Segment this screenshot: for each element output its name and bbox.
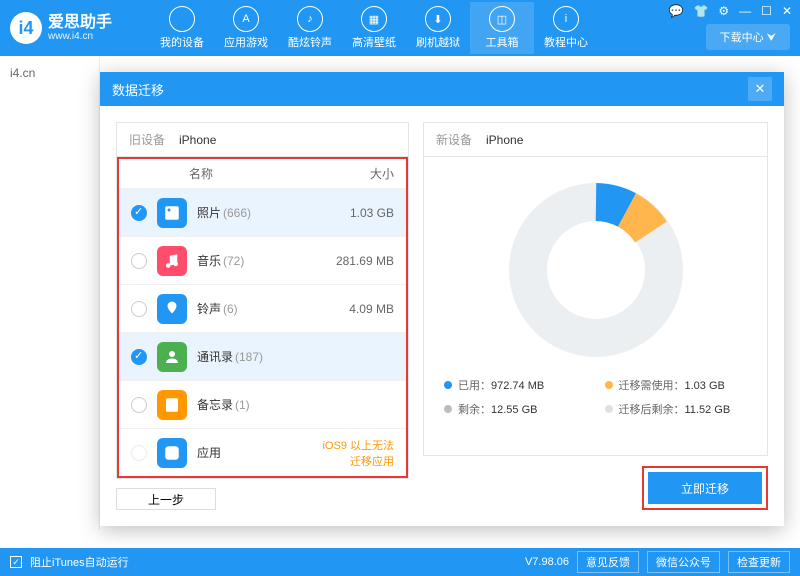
new-device-header: 新设备 iPhone: [424, 123, 767, 157]
nav-icon-5: ◫: [489, 6, 515, 32]
category-row-4[interactable]: 备忘录(1): [119, 380, 406, 428]
nav-icon-0: [169, 6, 195, 32]
nav-icon-3: ▦: [361, 6, 387, 32]
nav-icon-1: A: [233, 6, 259, 32]
category-row-3[interactable]: 通讯录(187): [119, 332, 406, 380]
old-device-panel: 旧设备 iPhone 名称 大小 照片(666) 1.03 GB 音乐(72) …: [116, 122, 409, 479]
chat-icon[interactable]: 💬: [669, 4, 684, 18]
category-radio-5: [131, 445, 147, 461]
legend-dot: [444, 381, 452, 389]
nav-item-4[interactable]: ⬇刷机越狱: [406, 2, 470, 54]
category-icon-0: [157, 198, 187, 228]
data-migration-modal: 数据迁移 ✕ 旧设备 iPhone 名称 大小 照片(666) 1.03 GB: [100, 72, 784, 526]
category-row-0[interactable]: 照片(666) 1.03 GB: [119, 188, 406, 236]
update-button[interactable]: 检查更新: [728, 551, 790, 573]
shirt-icon[interactable]: 👕: [693, 4, 708, 18]
nav-icon-2: ♪: [297, 6, 323, 32]
wechat-button[interactable]: 微信公众号: [647, 551, 720, 573]
modal-header: 数据迁移 ✕: [100, 72, 784, 106]
category-radio-4[interactable]: [131, 397, 147, 413]
storage-donut-chart: [424, 157, 767, 373]
sidebar: i4.cn: [0, 56, 100, 530]
category-icon-5: [157, 438, 187, 468]
nav-icon-4: ⬇: [425, 6, 451, 32]
legend-dot: [444, 405, 452, 413]
category-row-2[interactable]: 铃声(6) 4.09 MB: [119, 284, 406, 332]
storage-legend: 已用：972.74 MB 迁移需使用：1.03 GB 剩余：12.55 GB 迁移后剩…: [424, 373, 767, 421]
legend-item-1: 迁移需使用：1.03 GB: [605, 377, 748, 393]
category-radio-0[interactable]: [131, 205, 147, 221]
category-radio-1[interactable]: [131, 253, 147, 269]
window-controls: 💬 👕 ⚙ — ☐ ✕: [669, 4, 793, 18]
back-button[interactable]: 上一步: [116, 488, 216, 510]
category-icon-2: [157, 294, 187, 324]
category-radio-3[interactable]: [131, 349, 147, 365]
app-name: 爱思助手: [48, 15, 112, 31]
titlebar: i4 爱思助手 www.i4.cn 我的设备A应用游戏♪酷炫铃声▦高清壁纸⬇刷机…: [0, 0, 800, 56]
category-row-5: 应用 iOS9 以上无法迁移应用: [119, 428, 406, 476]
maximize-icon[interactable]: ☐: [761, 4, 772, 18]
list-header: 名称 大小: [119, 159, 406, 188]
download-center-button[interactable]: 下载中心 ⮟: [706, 24, 790, 50]
logo-icon: i4: [10, 12, 42, 44]
category-icon-1: [157, 246, 187, 276]
legend-item-0: 已用：972.74 MB: [444, 377, 587, 393]
nav-item-5[interactable]: ◫工具箱: [470, 2, 534, 54]
status-bar: ✓ 阻止iTunes自动运行 V7.98.06 意见反馈 微信公众号 检查更新: [0, 548, 800, 576]
new-device-panel: 新设备 iPhone 已用：972.74 MB 迁移需使用：1.03 GB 剩余：1…: [423, 122, 768, 456]
legend-dot: [605, 405, 613, 413]
app-logo: i4 爱思助手 www.i4.cn: [10, 12, 150, 44]
modal-close-button[interactable]: ✕: [748, 77, 772, 101]
old-device-header: 旧设备 iPhone: [117, 123, 408, 157]
settings-icon[interactable]: ⚙: [718, 4, 729, 18]
modal-title: 数据迁移: [112, 80, 164, 99]
feedback-button[interactable]: 意见反馈: [577, 551, 639, 573]
close-icon[interactable]: ✕: [782, 4, 792, 18]
legend-item-3: 迁移后剩余：11.52 GB: [605, 401, 748, 417]
nav-item-6[interactable]: i教程中心: [534, 2, 598, 54]
minimize-icon[interactable]: —: [739, 4, 751, 18]
nav-item-0[interactable]: 我的设备: [150, 2, 214, 54]
category-radio-2[interactable]: [131, 301, 147, 317]
itunes-block-label: 阻止iTunes自动运行: [30, 554, 129, 570]
category-icon-3: [157, 342, 187, 372]
itunes-block-checkbox[interactable]: ✓: [10, 556, 22, 568]
category-row-1[interactable]: 音乐(72) 281.69 MB: [119, 236, 406, 284]
nav-item-1[interactable]: A应用游戏: [214, 2, 278, 54]
migrate-button-highlight: 立即迁移: [642, 466, 768, 510]
nav-item-3[interactable]: ▦高清壁纸: [342, 2, 406, 54]
nav-icon-6: i: [553, 6, 579, 32]
nav-item-2[interactable]: ♪酷炫铃声: [278, 2, 342, 54]
app-url: www.i4.cn: [48, 31, 112, 42]
legend-item-2: 剩余：12.55 GB: [444, 401, 587, 417]
migrate-button[interactable]: 立即迁移: [648, 472, 762, 504]
category-icon-4: [157, 390, 187, 420]
category-list-highlight: 名称 大小 照片(666) 1.03 GB 音乐(72) 281.69 MB 铃…: [117, 157, 408, 478]
version-label: V7.98.06: [525, 556, 569, 568]
sidebar-tab[interactable]: i4.cn: [0, 56, 99, 90]
legend-dot: [605, 381, 613, 389]
